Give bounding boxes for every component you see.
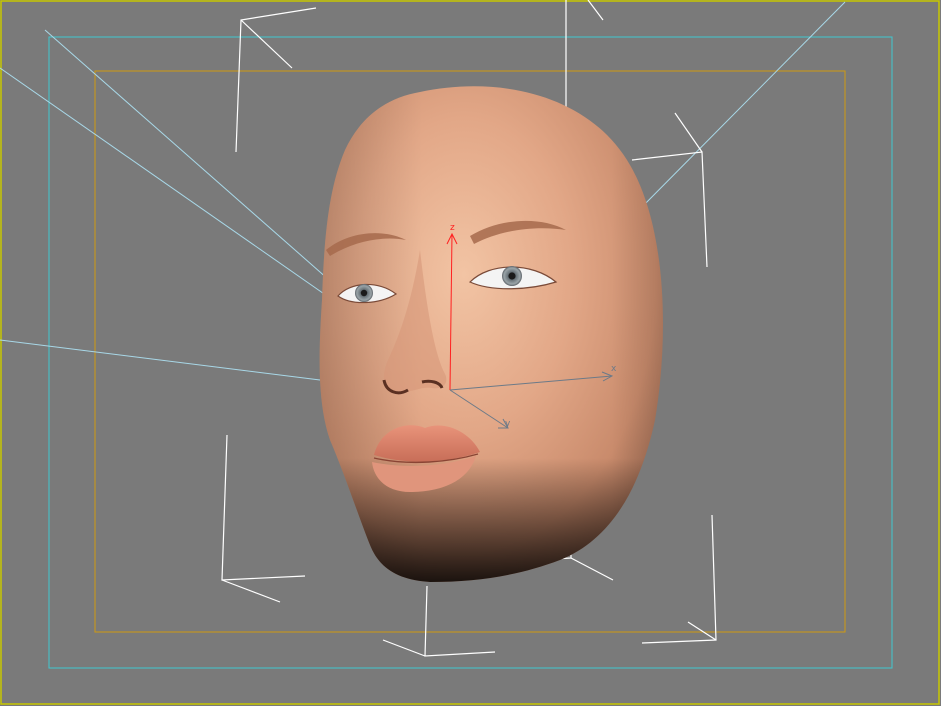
- bone-line: [570, 557, 614, 581]
- bone-line: [424, 585, 496, 657]
- gizmo-label-x: x: [611, 364, 617, 374]
- bone-line: [235, 7, 317, 153]
- gizmo-label-y: y: [505, 419, 511, 429]
- bone-line: [240, 19, 293, 69]
- light-ray: [0, 67, 341, 306]
- jaw-shadow: [319, 86, 663, 582]
- viewport-canvas[interactable]: z x y: [0, 0, 941, 706]
- bone-line: [221, 434, 306, 581]
- bone-line: [674, 112, 703, 153]
- bone-line: [221, 579, 281, 603]
- gizmo-label-z: z: [450, 223, 455, 233]
- bone-line: [587, 0, 604, 21]
- bone-line: [382, 639, 426, 657]
- bone-line: [641, 514, 717, 644]
- light-ray: [0, 339, 321, 381]
- 3d-viewport[interactable]: z x y: [0, 0, 941, 706]
- bone-line: [687, 621, 717, 641]
- head-mesh-icon[interactable]: [319, 86, 663, 582]
